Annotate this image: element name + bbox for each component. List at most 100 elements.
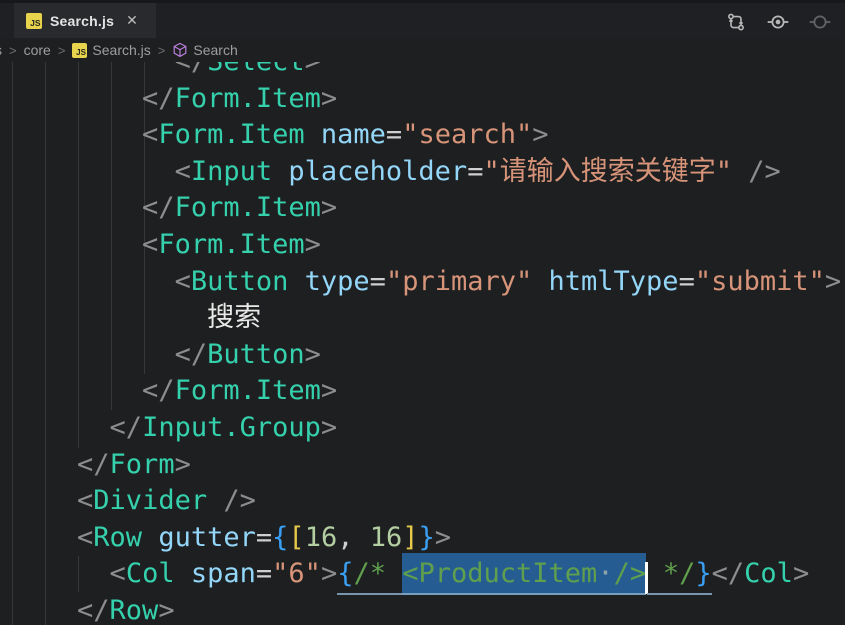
breadcrumb-separator: > <box>57 42 66 58</box>
code-token: "search" <box>402 119 533 151</box>
breadcrumb-symbol-label: Search <box>193 42 238 58</box>
code-token: < <box>77 485 94 517</box>
code-line[interactable]: </Form> <box>12 447 845 484</box>
code-token: < <box>77 521 94 553</box>
code-token: > <box>304 338 321 370</box>
code-token: /> <box>223 485 256 517</box>
code-line[interactable]: </Form.Item> <box>12 190 845 227</box>
code-token: < <box>174 155 191 187</box>
code-line[interactable]: <Divider /> <box>12 483 845 520</box>
code-token: name <box>320 119 386 151</box>
code-token: 16 <box>304 521 338 553</box>
code-line[interactable]: <Input placeholder="请输入搜索关键字" /> <box>12 154 845 191</box>
code-line[interactable]: <Button type="primary" htmlType="submit"… <box>12 264 845 301</box>
code-line[interactable]: <Form.Item> <box>12 227 845 264</box>
code-token: , <box>337 521 354 553</box>
code-line[interactable]: </Button> <box>12 337 845 374</box>
code-line[interactable]: <Col span="6">{/* <ProductItem·/> */}</C… <box>12 553 845 596</box>
code-token: /* <box>353 558 403 596</box>
code-line[interactable]: 搜索 <box>12 300 845 337</box>
breadcrumb-item-core[interactable]: core <box>24 42 51 58</box>
open-preview-icon[interactable] <box>767 11 789 33</box>
code-line[interactable]: </Form.Item> <box>12 81 845 118</box>
extra-editor-action-icon[interactable] <box>809 11 831 33</box>
code-token: Form.Item <box>174 375 321 407</box>
code-token: < <box>142 119 159 151</box>
code-line[interactable]: </Form.Item> <box>12 373 845 410</box>
code-line[interactable]: <Row gutter={[16, 16]}> <box>12 520 845 557</box>
editor-actions <box>725 3 831 41</box>
code-line[interactable]: </Row> <box>12 593 845 625</box>
code-token: </ <box>109 411 143 443</box>
code-token: } <box>695 558 712 596</box>
code-token: { <box>337 558 354 596</box>
code-token: Form.Item <box>174 192 321 224</box>
code-token: Input <box>190 155 273 187</box>
code-token: Form.Item <box>158 119 305 151</box>
code-token: </ <box>142 192 175 224</box>
code-token: = <box>385 119 403 151</box>
code-token: > <box>304 228 321 260</box>
code-token: type <box>304 265 370 297</box>
code-token: Form.Item <box>174 82 321 114</box>
code-token: < <box>174 265 191 297</box>
code-token: Col <box>125 558 175 590</box>
code-token: Button <box>207 338 305 370</box>
code-token: Form.Item <box>158 228 305 260</box>
code-token: [ <box>288 521 305 553</box>
code-token: 16 <box>369 521 403 553</box>
code-token: span <box>190 558 256 590</box>
code-token: = <box>369 265 386 297</box>
code-editor-window: JS Search.js ✕ > core > JS Search.js > S… <box>0 0 845 625</box>
tab-search-js[interactable]: JS Search.js ✕ <box>14 3 156 38</box>
code-token: > <box>320 411 338 443</box>
code-token: "primary" <box>385 265 533 297</box>
compare-changes-icon[interactable] <box>725 11 747 33</box>
code-token: > <box>824 265 842 297</box>
breadcrumb-item-symbol[interactable]: Search <box>172 42 238 58</box>
code-token: gutter <box>158 521 256 553</box>
breadcrumb-clipped-item[interactable]: s <box>0 42 2 58</box>
javascript-file-icon: JS <box>72 42 88 58</box>
breadcrumb-separator: > <box>9 42 17 58</box>
tab-bar: JS Search.js ✕ <box>0 0 845 38</box>
code-token: < <box>142 228 159 260</box>
symbol-cube-icon <box>172 42 188 58</box>
code-token: Col <box>744 558 793 590</box>
code-token: = <box>255 558 273 590</box>
breadcrumb-item-file[interactable]: JS Search.js <box>72 42 151 58</box>
breadcrumb-separator: > <box>157 42 166 58</box>
code-token: Row <box>93 521 143 553</box>
tab-label: Search.js <box>50 12 115 29</box>
code-line[interactable]: </Input.Group> <box>12 410 845 447</box>
code-editor[interactable]: </Select> </Form.Item> <Form.Item name="… <box>0 38 845 625</box>
code-lines[interactable]: </Select> </Form.Item> <Form.Item name="… <box>12 44 845 625</box>
code-token: 搜索 <box>207 302 262 334</box>
code-token: > <box>174 448 191 480</box>
code-token: > <box>434 521 452 553</box>
code-token: */ <box>646 558 696 596</box>
code-line[interactable]: <Form.Item name="search"> <box>12 117 845 154</box>
code-token: </ <box>174 338 208 370</box>
code-token: > <box>320 375 338 407</box>
close-tab-icon[interactable]: ✕ <box>126 12 138 29</box>
